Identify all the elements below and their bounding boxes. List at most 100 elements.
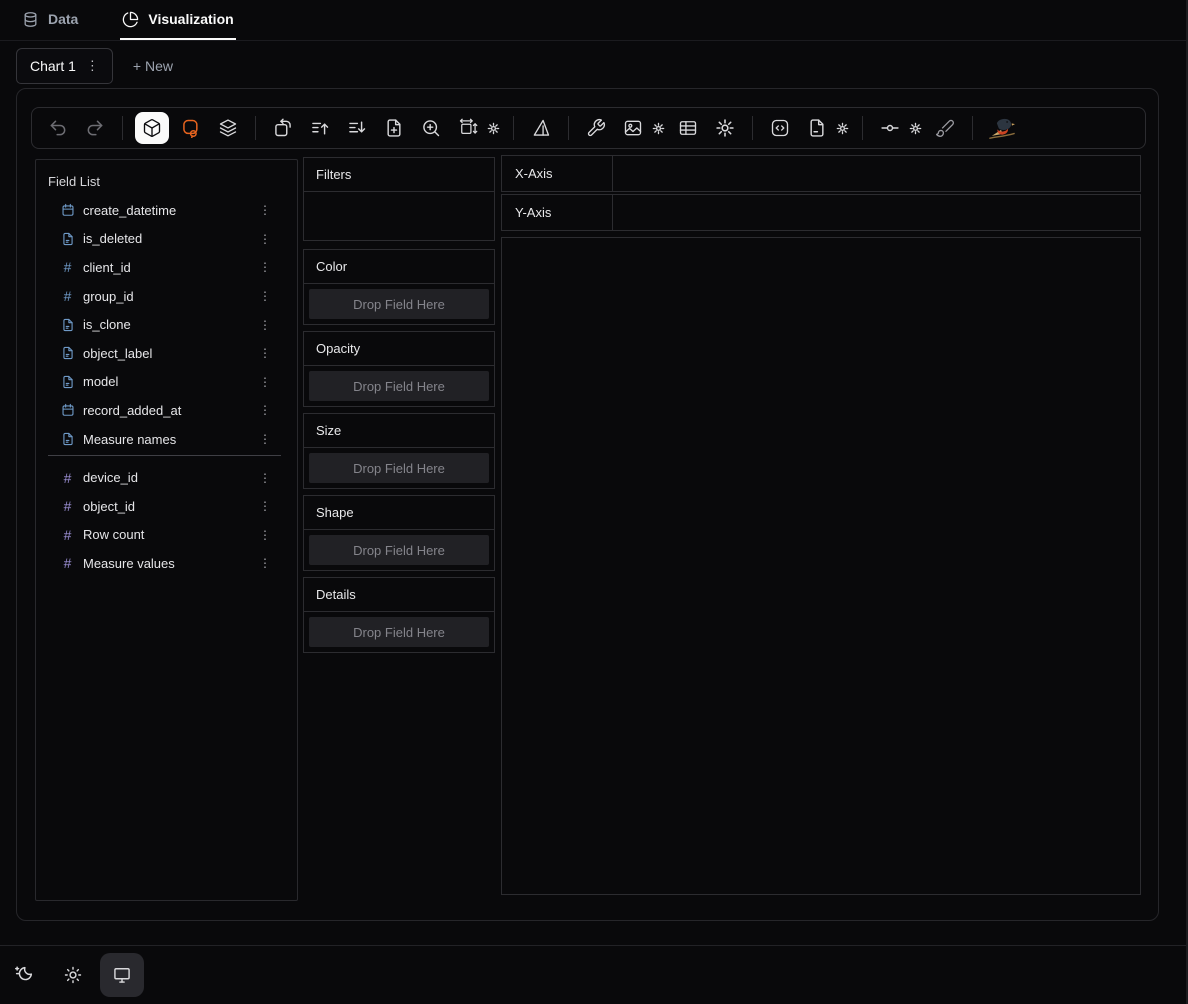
field-menu-kebab-icon[interactable]: ⋮ (259, 375, 271, 389)
field-list-divider (48, 455, 281, 456)
pie-chart-icon (122, 11, 139, 28)
y-axis-dropzone[interactable] (613, 195, 1140, 230)
hash-icon: # (60, 470, 75, 485)
point-style-settings-button[interactable] (908, 116, 923, 140)
sort-ascending-button[interactable] (305, 113, 335, 143)
redo-button[interactable] (80, 113, 110, 143)
field-item[interactable]: # client_id ⋮ (36, 253, 297, 282)
field-menu-kebab-icon[interactable]: ⋮ (259, 346, 271, 360)
field-label: is_deleted (83, 231, 251, 246)
field-item[interactable]: # record_added_at ⋮ (36, 396, 297, 425)
sort-descending-button[interactable] (342, 113, 372, 143)
encoding-shelf-label: Color (304, 250, 494, 284)
field-menu-kebab-icon[interactable]: ⋮ (259, 203, 271, 217)
triangle-ruler-button[interactable] (526, 113, 556, 143)
theme-dark-button[interactable] (2, 953, 46, 997)
tab-data-label: Data (48, 11, 78, 27)
field-menu-kebab-icon[interactable]: ⋮ (259, 528, 271, 542)
x-axis-dropzone[interactable] (613, 156, 1140, 191)
export-file-button[interactable] (802, 113, 832, 143)
tab-visualization-label: Visualization (148, 11, 233, 27)
encoding-shelf: Color Drop Field Here (303, 249, 495, 325)
encoding-shelf-list: Color Drop Field Here Opacity Drop Field… (303, 249, 495, 653)
drop-field-zone[interactable]: Drop Field Here (309, 617, 489, 647)
rotate-shape-button[interactable] (268, 113, 298, 143)
lasso-select-button[interactable] (176, 113, 206, 143)
field-label: Measure values (83, 556, 251, 571)
field-item[interactable]: # object_label ⋮ (36, 339, 297, 368)
field-menu-kebab-icon[interactable]: ⋮ (259, 556, 271, 570)
field-label: Row count (83, 527, 251, 542)
field-item[interactable]: # is_deleted ⋮ (36, 225, 297, 254)
wrench-button[interactable] (581, 113, 611, 143)
point-style-button[interactable] (875, 113, 905, 143)
data-table-button[interactable] (673, 113, 703, 143)
export-file-settings-button[interactable] (835, 116, 850, 140)
add-file-button[interactable] (379, 113, 409, 143)
toolbar-divider (255, 116, 256, 140)
sort-descending-icon (347, 118, 367, 138)
field-item[interactable]: # Measure names ⋮ (36, 425, 297, 454)
layers-button[interactable] (213, 113, 243, 143)
text-field-icon (60, 374, 75, 389)
y-axis-shelf: Y-Axis (501, 194, 1141, 231)
field-label: model (83, 374, 251, 389)
toolbar-divider (862, 116, 863, 140)
canvas-dimensions-settings-button[interactable] (486, 116, 501, 140)
undo-button[interactable] (43, 113, 73, 143)
tab-visualization[interactable]: Visualization (120, 0, 235, 40)
text-field-icon (60, 346, 75, 361)
field-menu-kebab-icon[interactable]: ⋮ (259, 432, 271, 446)
field-label: device_id (83, 470, 251, 485)
embed-code-button[interactable] (765, 113, 795, 143)
hash-icon: # (60, 289, 75, 304)
chart-tab-label: Chart 1 (30, 58, 76, 74)
background-image-button[interactable] (618, 113, 648, 143)
background-image-settings-button[interactable] (651, 116, 666, 140)
code-icon (770, 118, 790, 138)
drop-field-zone[interactable]: Drop Field Here (309, 289, 489, 319)
theme-system-button[interactable] (100, 953, 144, 997)
chart-tab-menu-kebab-icon[interactable]: ⋮ (86, 58, 99, 74)
field-menu-kebab-icon[interactable]: ⋮ (259, 289, 271, 303)
new-chart-button[interactable]: + New (127, 57, 179, 75)
drop-field-zone[interactable]: Drop Field Here (309, 371, 489, 401)
zoom-in-button[interactable] (416, 113, 446, 143)
3d-box-tool-button[interactable] (135, 112, 169, 144)
drop-field-zone[interactable]: Drop Field Here (309, 453, 489, 483)
zoom-in-icon (421, 118, 441, 138)
field-item[interactable]: # create_datetime ⋮ (36, 196, 297, 225)
field-item[interactable]: # device_id ⋮ (36, 463, 297, 492)
x-axis-label: X-Axis (502, 156, 613, 191)
hash-icon: # (60, 556, 75, 571)
toolbar-divider (972, 116, 973, 140)
field-item[interactable]: # Row count ⋮ (36, 521, 297, 550)
field-menu-kebab-icon[interactable]: ⋮ (259, 260, 271, 274)
text-field-icon (60, 432, 75, 447)
triangle-ruler-icon (531, 118, 551, 138)
paintbrush-button[interactable] (930, 113, 960, 143)
chart-tab-current[interactable]: Chart 1 ⋮ (16, 48, 113, 84)
drop-field-zone[interactable]: Drop Field Here (309, 535, 489, 565)
theme-light-button[interactable] (51, 953, 95, 997)
box-3d-icon (142, 118, 162, 138)
field-item[interactable]: # object_id ⋮ (36, 492, 297, 521)
tab-data[interactable]: Data (20, 0, 80, 40)
encoding-shelf-label: Details (304, 578, 494, 612)
field-menu-kebab-icon[interactable]: ⋮ (259, 471, 271, 485)
settings-button[interactable] (710, 113, 740, 143)
field-item[interactable]: # is_clone ⋮ (36, 310, 297, 339)
field-menu-kebab-icon[interactable]: ⋮ (259, 318, 271, 332)
chart-canvas[interactable] (501, 237, 1141, 895)
field-item[interactable]: # group_id ⋮ (36, 282, 297, 311)
file-plus-icon (384, 118, 404, 138)
filters-shelf-body[interactable] (304, 192, 494, 240)
field-menu-kebab-icon[interactable]: ⋮ (259, 232, 271, 246)
field-menu-kebab-icon[interactable]: ⋮ (259, 403, 271, 417)
bird-logo[interactable] (985, 113, 1019, 143)
field-item[interactable]: # Measure values ⋮ (36, 549, 297, 578)
canvas-dimensions-button[interactable] (453, 113, 483, 143)
chart-tab-bar: Chart 1 ⋮ + New (16, 48, 179, 84)
field-menu-kebab-icon[interactable]: ⋮ (259, 499, 271, 513)
field-item[interactable]: # model ⋮ (36, 368, 297, 397)
